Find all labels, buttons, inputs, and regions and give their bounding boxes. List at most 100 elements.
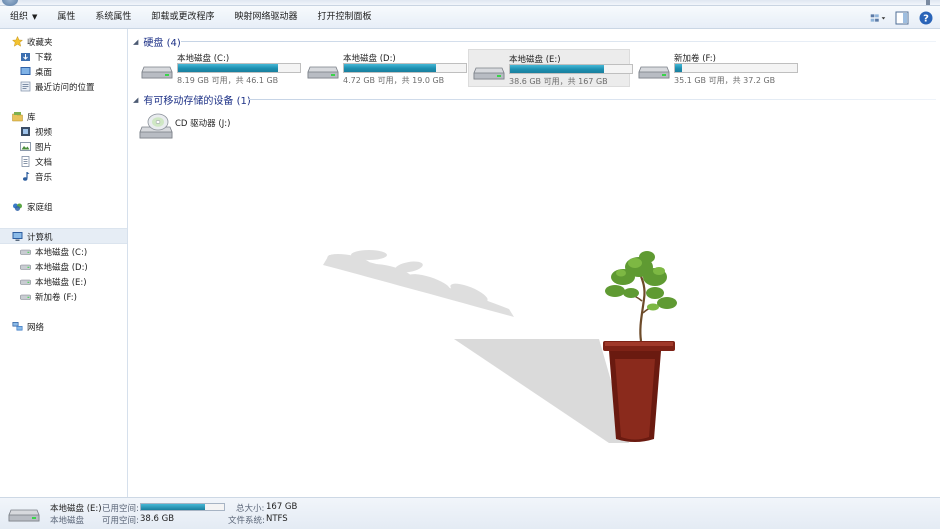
device-name: CD 驱动器 (J:) xyxy=(175,119,231,129)
svg-text:?: ? xyxy=(923,13,929,24)
nav-label: 网络 xyxy=(27,322,45,333)
desktop-icon xyxy=(20,66,31,77)
nav-pictures[interactable]: 图片 xyxy=(20,139,52,154)
navigation-pane: 收藏夹 下载 桌面 最近访问的位置 库 视频 图片 文档 音乐 家庭组 计算机 xyxy=(0,29,128,497)
hard-drive-icon xyxy=(307,66,339,79)
usage-fill xyxy=(675,64,683,72)
cd-drive-icon xyxy=(139,113,173,139)
nav-drive-e[interactable]: 本地磁盘 (E:) xyxy=(20,274,87,289)
hard-drive-icon xyxy=(638,66,670,79)
preview-pane-icon[interactable] xyxy=(894,10,910,26)
star-icon xyxy=(12,36,23,47)
view-options-icon[interactable] xyxy=(870,10,886,26)
properties-button[interactable]: 属性 xyxy=(47,6,85,29)
downloads-folder-icon xyxy=(20,51,31,62)
drive-free-space: 8.19 GB 可用，共 46.1 GB xyxy=(177,76,279,85)
nav-label: 下载 xyxy=(35,52,53,63)
nav-label: 本地磁盘 (E:) xyxy=(35,277,87,288)
section-divider xyxy=(249,99,936,100)
nav-label: 新加卷 (F:) xyxy=(35,292,77,303)
nav-computer[interactable]: 计算机 xyxy=(12,229,53,244)
nav-label: 图片 xyxy=(35,142,53,153)
details-usage-bar xyxy=(140,503,225,511)
nav-documents[interactable]: 文档 xyxy=(20,154,52,169)
map-network-drive-button[interactable]: 映射网络驱动器 xyxy=(224,6,307,29)
nav-recent-places[interactable]: 最近访问的位置 xyxy=(20,79,95,94)
drive-usage-bar xyxy=(509,64,633,74)
nav-label: 计算机 xyxy=(27,232,53,243)
hard-drive-icon xyxy=(20,261,31,272)
content-pane: ◢ 硬盘 (4) 本地磁盘 (C:) 8.19 GB 可用，共 46.1 GB … xyxy=(129,29,940,497)
nav-label: 桌面 xyxy=(35,67,53,78)
nav-downloads[interactable]: 下载 xyxy=(20,49,52,64)
drive-free-space: 4.72 GB 可用，共 19.0 GB xyxy=(343,76,445,85)
homegroup-icon xyxy=(12,201,23,212)
section-title: 有可移动存储的设备 (1) xyxy=(143,96,251,107)
free-space-value: 38.6 GB xyxy=(140,514,175,524)
uninstall-program-button[interactable]: 卸载或更改程序 xyxy=(141,6,224,29)
hard-drive-icon xyxy=(20,246,31,257)
section-divider xyxy=(181,41,936,42)
hard-disks-header[interactable]: ◢ 硬盘 (4) xyxy=(133,34,181,50)
nav-drive-d[interactable]: 本地磁盘 (D:) xyxy=(20,259,88,274)
nav-videos[interactable]: 视频 xyxy=(20,124,52,139)
used-space-label: 已用空间: xyxy=(102,504,139,514)
drive-free-space: 35.1 GB 可用，共 37.2 GB xyxy=(674,76,776,85)
documents-icon xyxy=(20,156,31,167)
nav-label: 收藏夹 xyxy=(27,37,53,48)
nav-label: 本地磁盘 (D:) xyxy=(35,262,88,273)
drive-free-space: 38.6 GB 可用，共 167 GB xyxy=(509,77,608,86)
system-properties-button[interactable]: 系统属性 xyxy=(85,6,141,29)
usage-fill xyxy=(178,64,279,72)
collapse-triangle-icon: ◢ xyxy=(133,95,139,104)
removable-devices-header[interactable]: ◢ 有可移动存储的设备 (1) xyxy=(133,92,251,108)
potted-plant-illustration xyxy=(323,250,677,443)
chevron-down-icon: ▼ xyxy=(32,12,38,21)
recent-places-icon xyxy=(20,81,31,92)
details-drive-type: 本地磁盘 xyxy=(50,516,85,526)
drive-tile-d[interactable]: 本地磁盘 (D:) 4.72 GB 可用，共 19.0 GB xyxy=(303,49,467,87)
nav-label: 家庭组 xyxy=(27,202,53,213)
nav-label: 库 xyxy=(27,112,36,123)
command-bar: 组织 ▼ 属性 系统属性 卸载或更改程序 映射网络驱动器 打开控制面板 ? xyxy=(0,6,940,29)
details-drive-name: 本地磁盘 (E:) xyxy=(50,504,102,514)
nav-desktop[interactable]: 桌面 xyxy=(20,64,52,79)
title-bar-fragment xyxy=(926,0,930,5)
drive-tile-c[interactable]: 本地磁盘 (C:) 8.19 GB 可用，共 46.1 GB xyxy=(137,49,301,87)
video-icon xyxy=(20,126,31,137)
details-pane: 本地磁盘 (E:) 本地磁盘 已用空间: 可用空间: 38.6 GB 总大小: … xyxy=(0,497,940,529)
nav-label: 文档 xyxy=(35,157,53,168)
hard-drive-icon xyxy=(473,67,505,80)
nav-label: 最近访问的位置 xyxy=(35,82,95,93)
nav-favorites[interactable]: 收藏夹 xyxy=(12,34,53,49)
library-icon xyxy=(12,111,23,122)
section-title: 硬盘 (4) xyxy=(143,38,181,49)
hard-drive-icon xyxy=(20,291,31,302)
usage-fill xyxy=(141,504,205,510)
nav-label: 音乐 xyxy=(35,172,53,183)
nav-drive-c[interactable]: 本地磁盘 (C:) xyxy=(20,244,87,259)
drive-usage-bar xyxy=(343,63,467,73)
nav-homegroup[interactable]: 家庭组 xyxy=(12,199,53,214)
open-control-panel-button[interactable]: 打开控制面板 xyxy=(307,6,381,29)
file-system-value: NTFS xyxy=(266,514,288,524)
drive-usage-bar xyxy=(674,63,798,73)
hard-drive-icon xyxy=(8,509,40,522)
usage-fill xyxy=(344,64,436,72)
cd-drive-tile[interactable]: CD 驱动器 (J:) xyxy=(137,109,257,141)
nav-label: 视频 xyxy=(35,127,53,138)
hard-drive-icon xyxy=(141,66,173,79)
drive-tile-e[interactable]: 本地磁盘 (E:) 38.6 GB 可用，共 167 GB xyxy=(468,49,633,87)
network-icon xyxy=(12,321,23,332)
help-icon[interactable]: ? xyxy=(918,10,934,26)
drive-tile-f[interactable]: 新加卷 (F:) 35.1 GB 可用，共 37.2 GB xyxy=(634,49,798,87)
nav-network[interactable]: 网络 xyxy=(12,319,44,334)
nav-music[interactable]: 音乐 xyxy=(20,169,52,184)
music-note-icon xyxy=(20,171,31,182)
organize-menu[interactable]: 组织 ▼ xyxy=(0,6,47,29)
nav-drive-f[interactable]: 新加卷 (F:) xyxy=(20,289,77,304)
free-space-label: 可用空间: xyxy=(102,516,139,526)
nav-libraries[interactable]: 库 xyxy=(12,109,36,124)
total-size-value: 167 GB xyxy=(266,502,298,512)
file-system-label: 文件系统: xyxy=(228,516,265,526)
